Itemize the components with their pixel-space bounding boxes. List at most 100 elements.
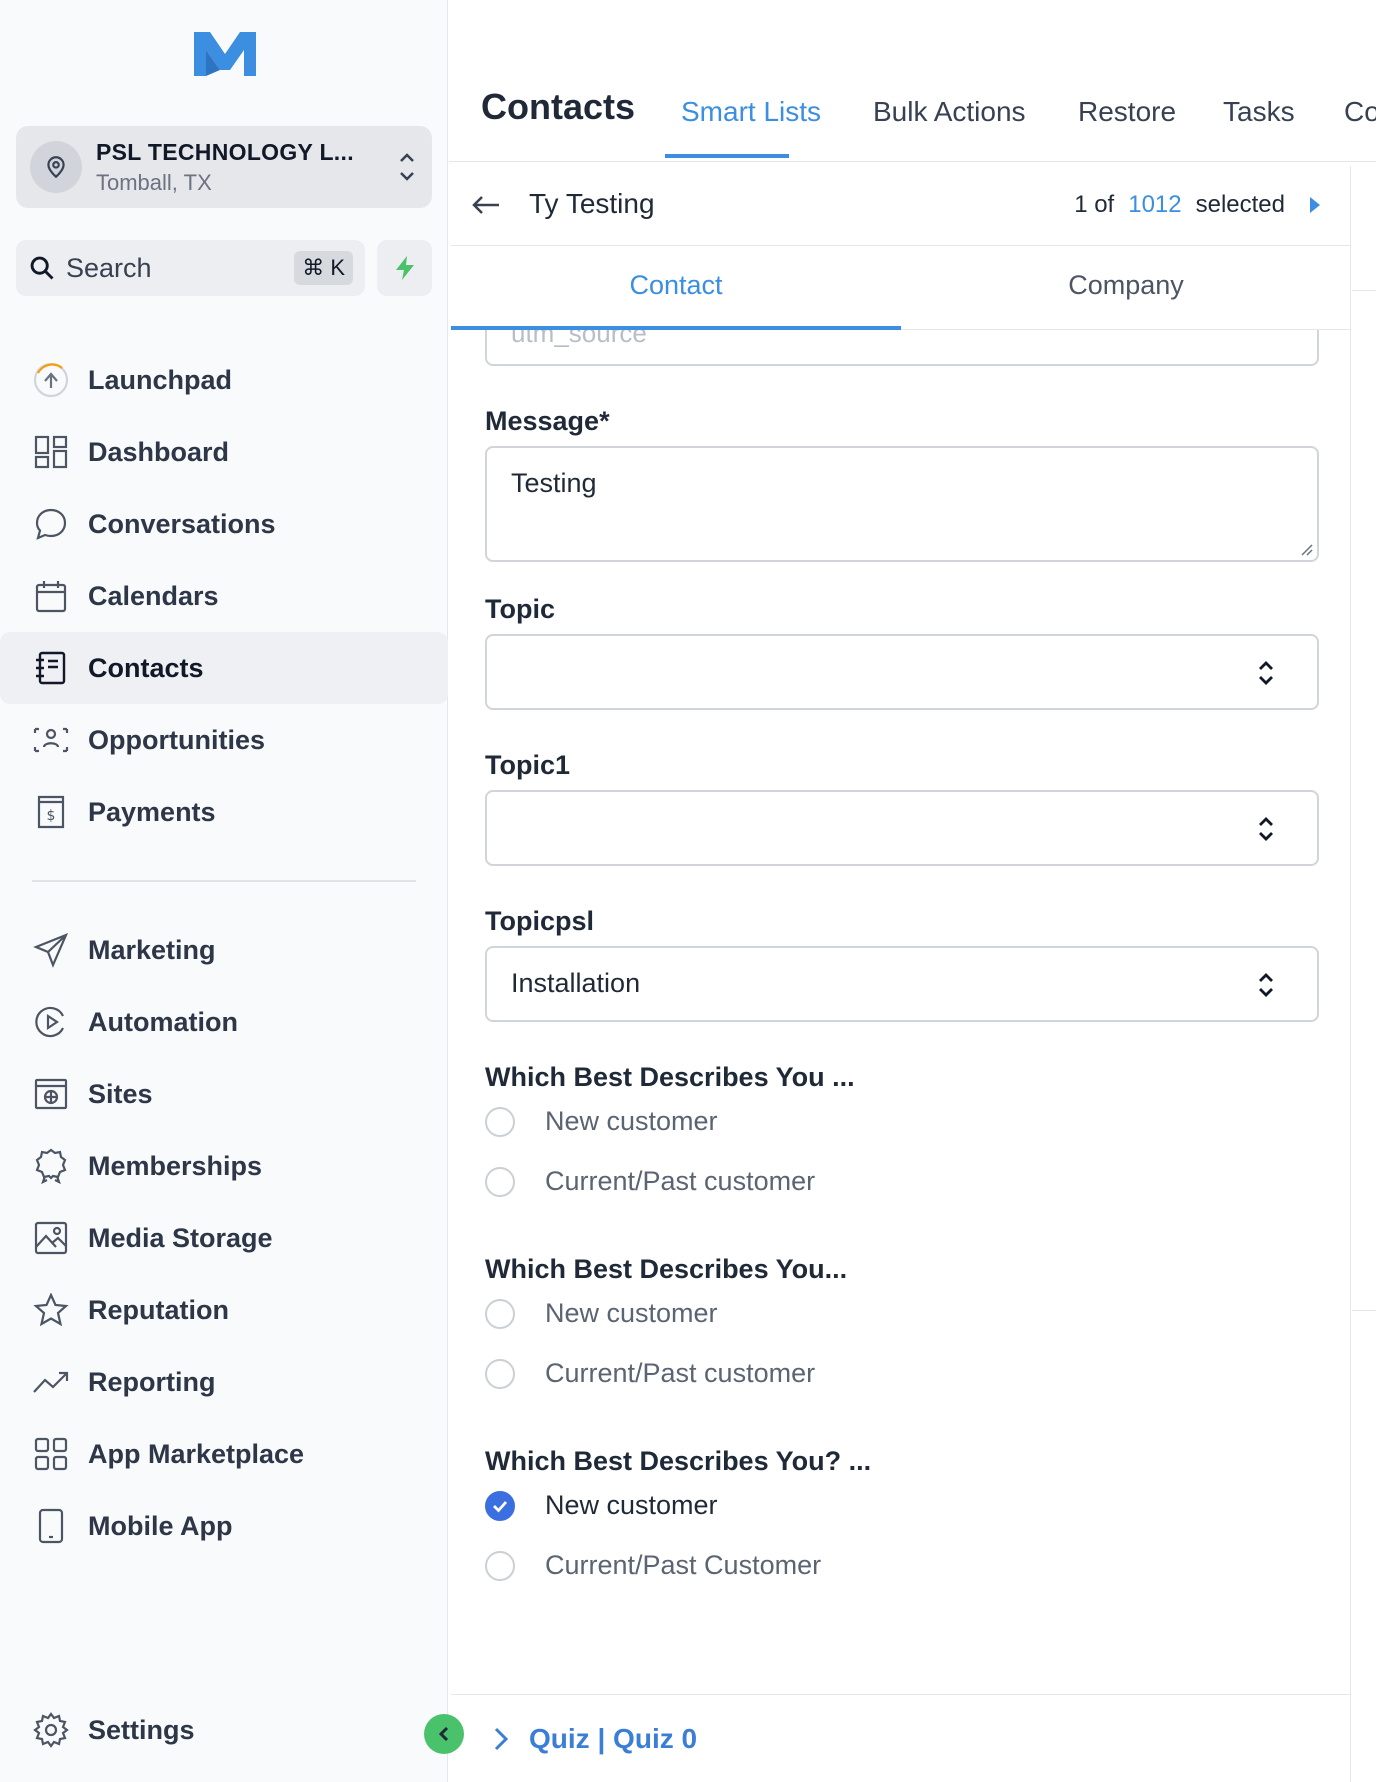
- gear-icon: [32, 1711, 70, 1749]
- record-tabs: Contact Company: [451, 246, 1351, 330]
- payments-icon: $: [32, 793, 70, 831]
- utm-source-placeholder: utm_source: [511, 330, 647, 348]
- topic1-select[interactable]: [485, 790, 1319, 866]
- nav-automation[interactable]: Automation: [0, 986, 448, 1058]
- map-pin-icon: [47, 156, 65, 179]
- tab-smart-lists[interactable]: Smart Lists: [681, 96, 821, 128]
- nav-settings[interactable]: Settings: [0, 1694, 448, 1766]
- radio-new-customer-3[interactable]: New customer: [485, 1490, 718, 1521]
- radio-past-customer-1[interactable]: Current/Past customer: [485, 1166, 815, 1197]
- calendar-icon: [32, 577, 70, 615]
- account-location: Tomball, TX: [96, 169, 212, 195]
- trend-icon: [32, 1363, 70, 1401]
- location-avatar: [30, 141, 82, 193]
- tab-contact[interactable]: Contact: [451, 270, 901, 301]
- resize-handle-icon[interactable]: [1299, 542, 1313, 556]
- select-arrows-icon: [1259, 661, 1273, 685]
- radio-button[interactable]: [485, 1550, 515, 1581]
- tab-restore[interactable]: Restore: [1078, 96, 1176, 128]
- pager-suffix: selected: [1195, 191, 1285, 218]
- nav-conversations[interactable]: Conversations: [0, 488, 448, 560]
- nav-contacts[interactable]: Contacts: [0, 632, 448, 704]
- topic-select[interactable]: [485, 634, 1319, 710]
- select-arrows-icon: [1259, 817, 1273, 841]
- topicpsl-value: Installation: [511, 968, 641, 998]
- radio-button[interactable]: [485, 1298, 515, 1329]
- svg-text:$: $: [47, 808, 56, 824]
- top-bar: Contacts Smart Lists Bulk Actions Restor…: [449, 0, 1376, 162]
- topic1-label: Topic1: [485, 750, 571, 780]
- radio-button[interactable]: [485, 1166, 515, 1197]
- radio-button[interactable]: [485, 1358, 515, 1389]
- nav-media-storage[interactable]: Media Storage: [0, 1202, 448, 1274]
- pager-total[interactable]: 1012: [1128, 191, 1181, 219]
- tab-tasks[interactable]: Tasks: [1223, 96, 1295, 128]
- right-panel-edge: [1352, 166, 1376, 1782]
- radio-past-customer-3[interactable]: Current/Past Customer: [485, 1550, 821, 1581]
- globe-icon: [32, 1075, 70, 1113]
- contacts-icon: [32, 649, 70, 687]
- nav-payments[interactable]: $ Payments: [0, 776, 448, 848]
- chevron-updown-icon: [400, 153, 414, 181]
- message-value: Testing: [511, 468, 597, 498]
- collapse-sidebar-button[interactable]: [424, 1714, 464, 1754]
- nav-label: Calendars: [88, 580, 219, 611]
- nav-dashboard[interactable]: Dashboard: [0, 416, 448, 488]
- nav-mobile-app[interactable]: Mobile App: [0, 1490, 448, 1562]
- brand-logo: [194, 32, 256, 76]
- settings-label: Settings: [88, 1714, 195, 1745]
- radio-label: New customer: [545, 1298, 718, 1328]
- tab-more[interactable]: Co: [1344, 96, 1376, 128]
- nav-marketing[interactable]: Marketing: [0, 914, 448, 986]
- nav-opportunities[interactable]: Opportunities: [0, 704, 448, 776]
- arrow-left-icon[interactable]: [469, 188, 503, 222]
- nav-reputation[interactable]: Reputation: [0, 1274, 448, 1346]
- topicpsl-select[interactable]: Installation: [485, 946, 1319, 1022]
- dashboard-icon: [32, 433, 70, 471]
- describes-you-label-2: Which Best Describes You...: [485, 1254, 848, 1284]
- account-switcher[interactable]: PSL TECHNOLOGY L... Tomball, TX: [16, 126, 432, 208]
- nav-reporting[interactable]: Reporting: [0, 1346, 448, 1418]
- account-name: PSL TECHNOLOGY L...: [96, 138, 354, 165]
- describes-you-label-3: Which Best Describes You? ...: [485, 1446, 872, 1476]
- radio-past-customer-2[interactable]: Current/Past customer: [485, 1358, 815, 1389]
- topicpsl-label: Topicpsl: [485, 906, 595, 936]
- nav-memberships[interactable]: Memberships: [0, 1130, 448, 1202]
- message-textarea[interactable]: Testing: [485, 446, 1319, 562]
- quick-action-button[interactable]: [377, 240, 432, 296]
- contact-name: Ty Testing: [529, 188, 655, 219]
- caret-right-icon[interactable]: [1299, 190, 1329, 220]
- radio-button-checked[interactable]: [485, 1490, 515, 1521]
- utm-source-input[interactable]: utm_source: [485, 330, 1319, 366]
- tab-company[interactable]: Company: [901, 270, 1351, 301]
- radio-button[interactable]: [485, 1106, 515, 1137]
- radio-label: Current/Past customer: [545, 1358, 816, 1388]
- active-tab-indicator: [665, 154, 789, 158]
- nav-calendars[interactable]: Calendars: [0, 560, 448, 632]
- nav-label: App Marketplace: [88, 1438, 305, 1469]
- contact-detail-panel: Ty Testing 1 of 1012 selected Contact Co…: [451, 166, 1351, 1782]
- detail-header: Ty Testing 1 of 1012 selected: [451, 166, 1351, 246]
- tab-bulk-actions[interactable]: Bulk Actions: [873, 96, 1026, 128]
- nav-sites[interactable]: Sites: [0, 1058, 448, 1130]
- lightning-icon: [395, 256, 414, 280]
- nav-label: Automation: [88, 1006, 238, 1037]
- radio-new-customer-2[interactable]: New customer: [485, 1298, 718, 1329]
- search-label: Search: [66, 252, 152, 283]
- page-title: Contacts: [481, 86, 636, 127]
- nav-app-marketplace[interactable]: App Marketplace: [0, 1418, 448, 1490]
- nav-label: Memberships: [88, 1150, 263, 1181]
- star-icon: [32, 1291, 70, 1329]
- search-shortcut: ⌘ K: [294, 251, 353, 285]
- secondary-nav: Marketing Automation Sites Memberships M…: [0, 914, 448, 1562]
- quiz-section-label: Quiz | Quiz 0: [529, 1722, 698, 1754]
- quiz-section-toggle[interactable]: Quiz | Quiz 0: [451, 1694, 1351, 1782]
- nav-label: Mobile App: [88, 1510, 233, 1541]
- strip-divider: [1352, 290, 1376, 291]
- nav-launchpad[interactable]: Launchpad: [0, 344, 448, 416]
- strip-divider: [1352, 1310, 1376, 1311]
- sidebar-search[interactable]: Search ⌘ K: [16, 240, 365, 296]
- topic-label: Topic: [485, 594, 555, 624]
- radio-label: Current/Past Customer: [545, 1550, 822, 1580]
- radio-new-customer-1[interactable]: New customer: [485, 1106, 718, 1137]
